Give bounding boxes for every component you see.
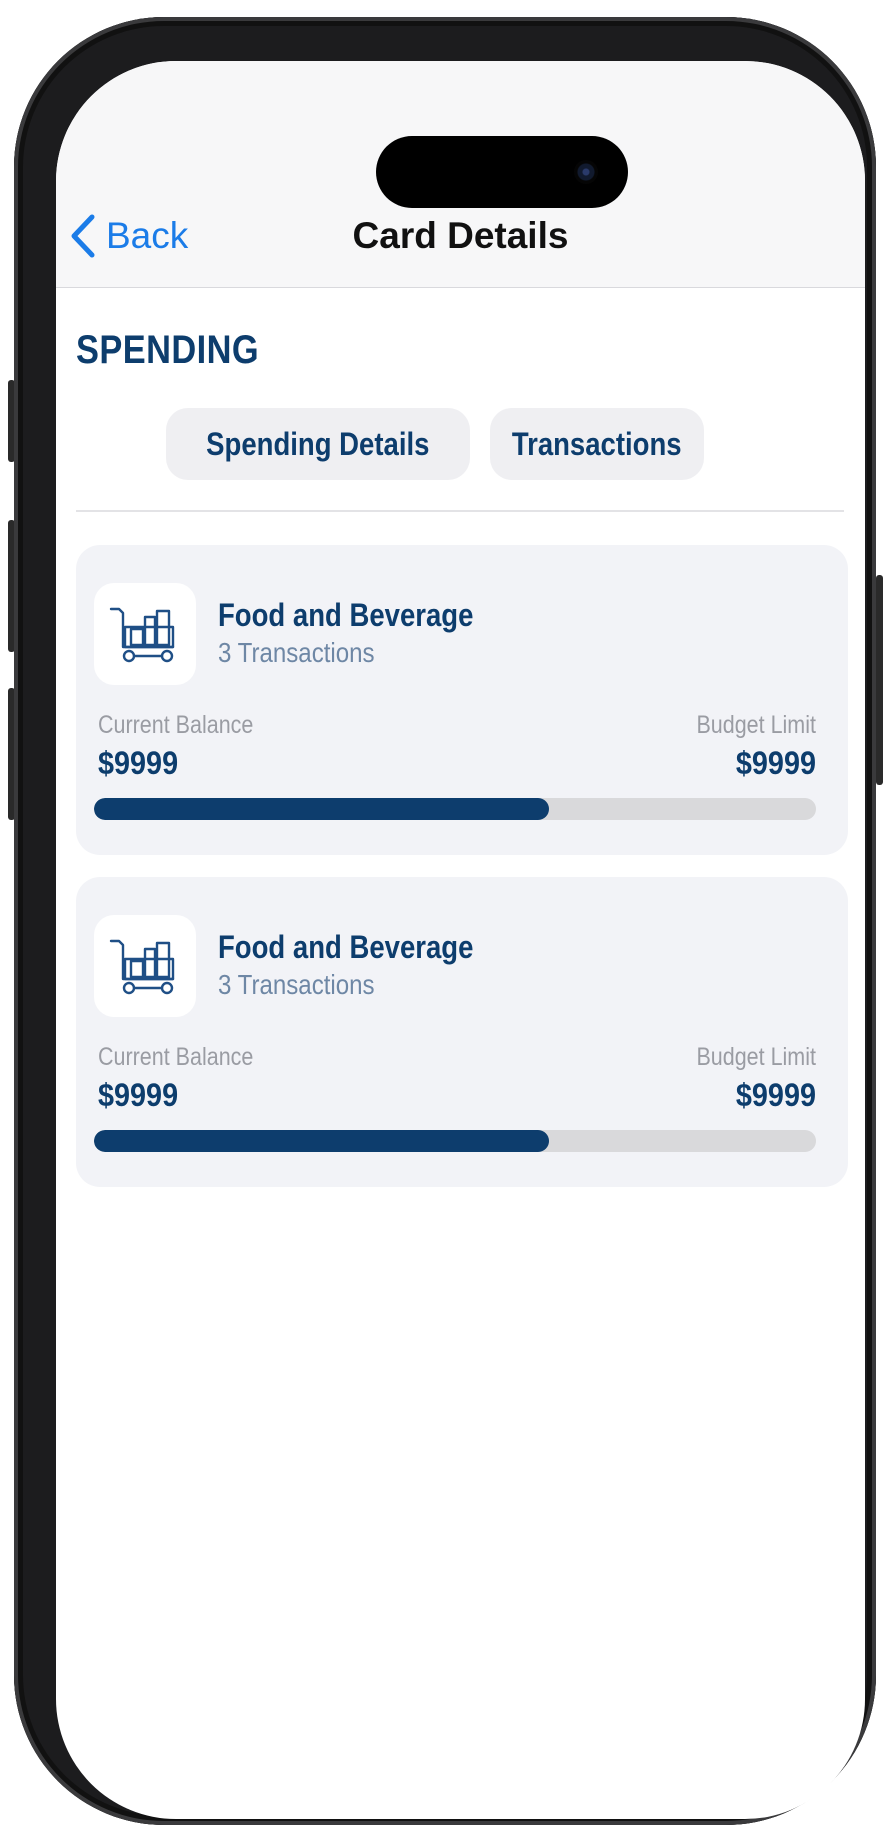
budget-limit-value: $9999	[735, 1077, 816, 1113]
section-title: SPENDING	[76, 328, 260, 372]
power-button	[876, 575, 883, 785]
current-balance-label: Current Balance	[98, 1043, 254, 1071]
budget-limit-label: Budget Limit	[696, 711, 816, 739]
tab-label: Spending Details	[206, 425, 430, 462]
tab-label: Transactions	[512, 425, 682, 462]
budget-limit-value: $9999	[735, 745, 816, 781]
tab-transactions[interactable]: Transactions	[490, 408, 704, 480]
budget-progress-fill	[94, 1130, 549, 1152]
category-title: Food and Beverage	[218, 597, 474, 633]
device-stage: Back Card Details SPENDING Spending Deta…	[0, 0, 896, 1834]
tab-spending-details[interactable]: Spending Details	[166, 408, 470, 480]
screen: Back Card Details SPENDING Spending Deta…	[56, 61, 865, 1819]
budget-progress-bar	[94, 798, 816, 820]
phone-frame: Back Card Details SPENDING Spending Deta…	[14, 17, 876, 1825]
category-title: Food and Beverage	[218, 929, 474, 965]
transaction-count: 3 Transactions	[218, 969, 375, 1000]
transaction-count: 3 Transactions	[218, 637, 375, 668]
page-title: Card Details	[352, 215, 569, 256]
budget-limit-label: Budget Limit	[696, 1043, 816, 1071]
budget-progress-fill	[94, 798, 549, 820]
camera-lens-icon	[574, 160, 598, 184]
budget-card[interactable]: Food and Beverage 3 Transactions Current…	[76, 877, 848, 1187]
shopping-cart-icon	[94, 915, 196, 1017]
budget-progress-bar	[94, 1130, 816, 1152]
current-balance-value: $9999	[98, 745, 179, 781]
current-balance-value: $9999	[98, 1077, 179, 1113]
dynamic-island	[376, 136, 628, 208]
divider	[76, 510, 844, 512]
current-balance-label: Current Balance	[98, 711, 254, 739]
budget-card[interactable]: Food and Beverage 3 Transactions Current…	[76, 545, 848, 855]
shopping-cart-icon	[94, 583, 196, 685]
